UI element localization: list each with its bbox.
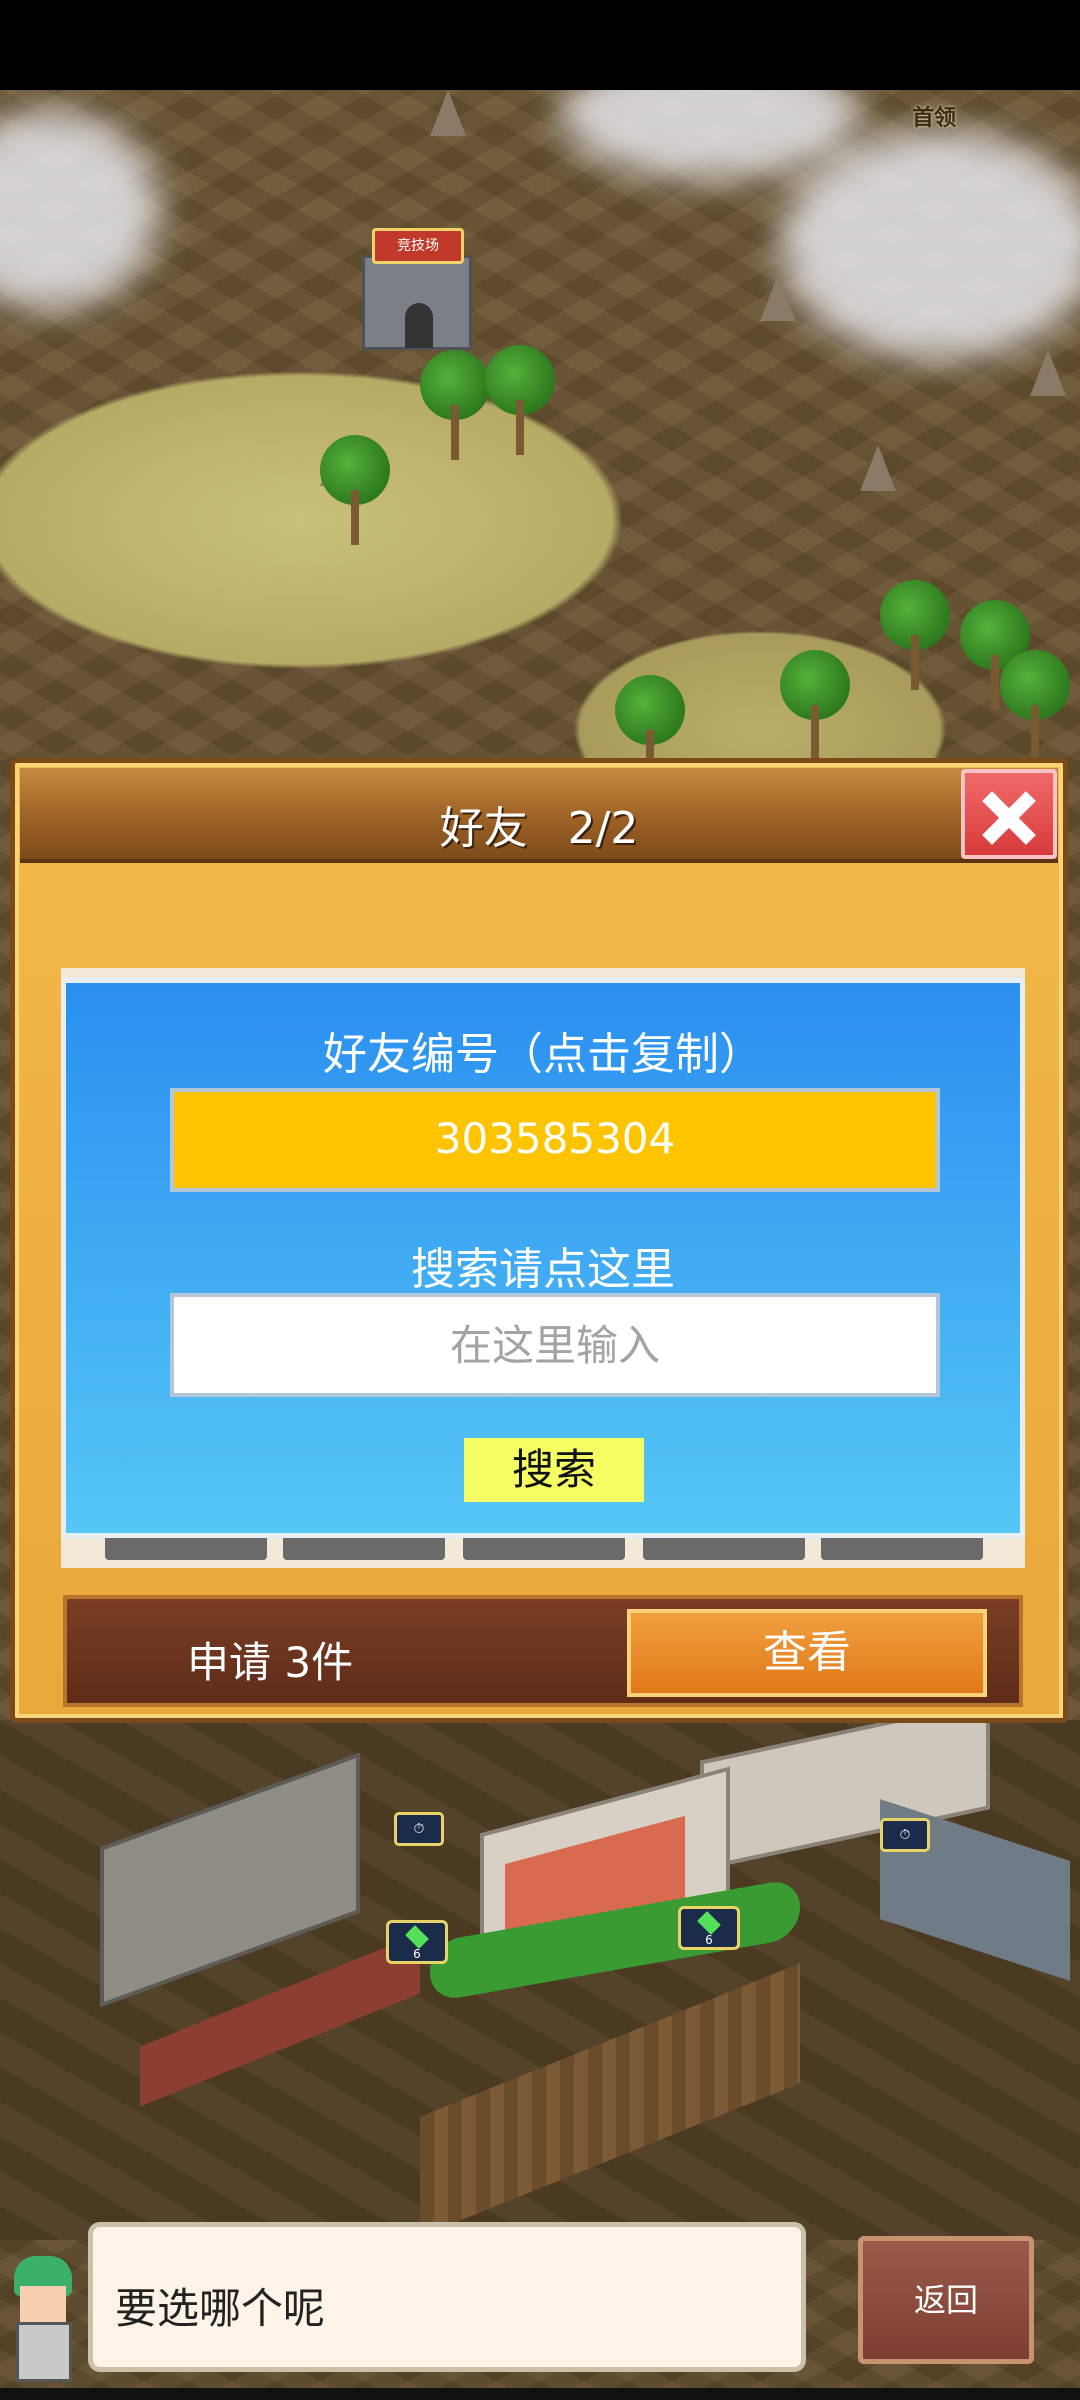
dialog-title: 好友 2/2: [20, 792, 1058, 856]
gem-badge-count: 6: [413, 1947, 421, 1961]
bottom-bar: 要选哪个呢 返回: [0, 2218, 1080, 2400]
friend-search-panel: 好友编号（点击复制） 303585304 搜索请点这里 搜索: [61, 978, 1025, 1538]
panel-tab[interactable]: [821, 1538, 983, 1560]
panel-tab[interactable]: [105, 1538, 267, 1560]
friend-id-label: 好友编号（点击复制）: [323, 1029, 763, 1080]
panel-tab[interactable]: [463, 1538, 625, 1560]
palm-tree: [1000, 650, 1070, 760]
requests-count-text: 申请 3件: [187, 1638, 354, 1687]
search-button[interactable]: 搜索: [464, 1438, 644, 1502]
rock: [430, 90, 466, 136]
timer-icon[interactable]: ⏱: [880, 1818, 930, 1852]
panel-tab[interactable]: [283, 1538, 445, 1560]
palm-tree: [320, 435, 390, 545]
cloud: [0, 110, 160, 310]
dialog-title-text: 好友: [439, 803, 528, 854]
palm-tree: [485, 345, 555, 455]
page-count: 2/2: [567, 803, 639, 854]
boss-label[interactable]: 首领: [912, 100, 956, 132]
avatar: [4, 2256, 84, 2386]
palm-tree: [420, 350, 490, 460]
search-input[interactable]: [170, 1293, 940, 1397]
speech-bubble: 要选哪个呢: [88, 2222, 806, 2372]
rock: [760, 275, 796, 321]
friend-requests-bar: 申请 3件 查看: [63, 1595, 1023, 1707]
panel-tab[interactable]: [643, 1538, 805, 1560]
dialog-header: 好友 2/2: [20, 768, 1058, 863]
rock: [1030, 350, 1066, 396]
speech-text: 要选哪个呢: [115, 2284, 326, 2333]
nav-strip: [0, 2388, 1080, 2400]
palm-tree: [615, 675, 685, 785]
status-bar: [0, 0, 1080, 90]
close-button[interactable]: [961, 769, 1057, 859]
panel-bottom-tabs: [61, 1538, 1025, 1568]
cloud: [780, 130, 1080, 360]
arena-building[interactable]: [362, 255, 472, 350]
friend-id-copy-button[interactable]: 303585304: [170, 1088, 940, 1192]
view-requests-button[interactable]: 查看: [627, 1609, 987, 1697]
timer-icon[interactable]: ⏱: [394, 1812, 444, 1846]
palm-tree: [780, 650, 850, 760]
friends-dialog: 好友 2/2 好友编号（点击复制） 303585304 搜索请点这里 搜索 申请 …: [10, 758, 1068, 1723]
gem-badge-count: 6: [705, 1933, 713, 1947]
back-button[interactable]: 返回: [858, 2236, 1034, 2364]
search-label: 搜索请点这里: [411, 1244, 675, 1295]
rock: [860, 445, 896, 491]
gem-badge[interactable]: 6: [678, 1906, 740, 1950]
gem-badge[interactable]: 6: [386, 1920, 448, 1964]
arena-label[interactable]: 竞技场: [372, 228, 464, 264]
cloud: [560, 90, 860, 180]
palm-tree: [880, 580, 950, 690]
